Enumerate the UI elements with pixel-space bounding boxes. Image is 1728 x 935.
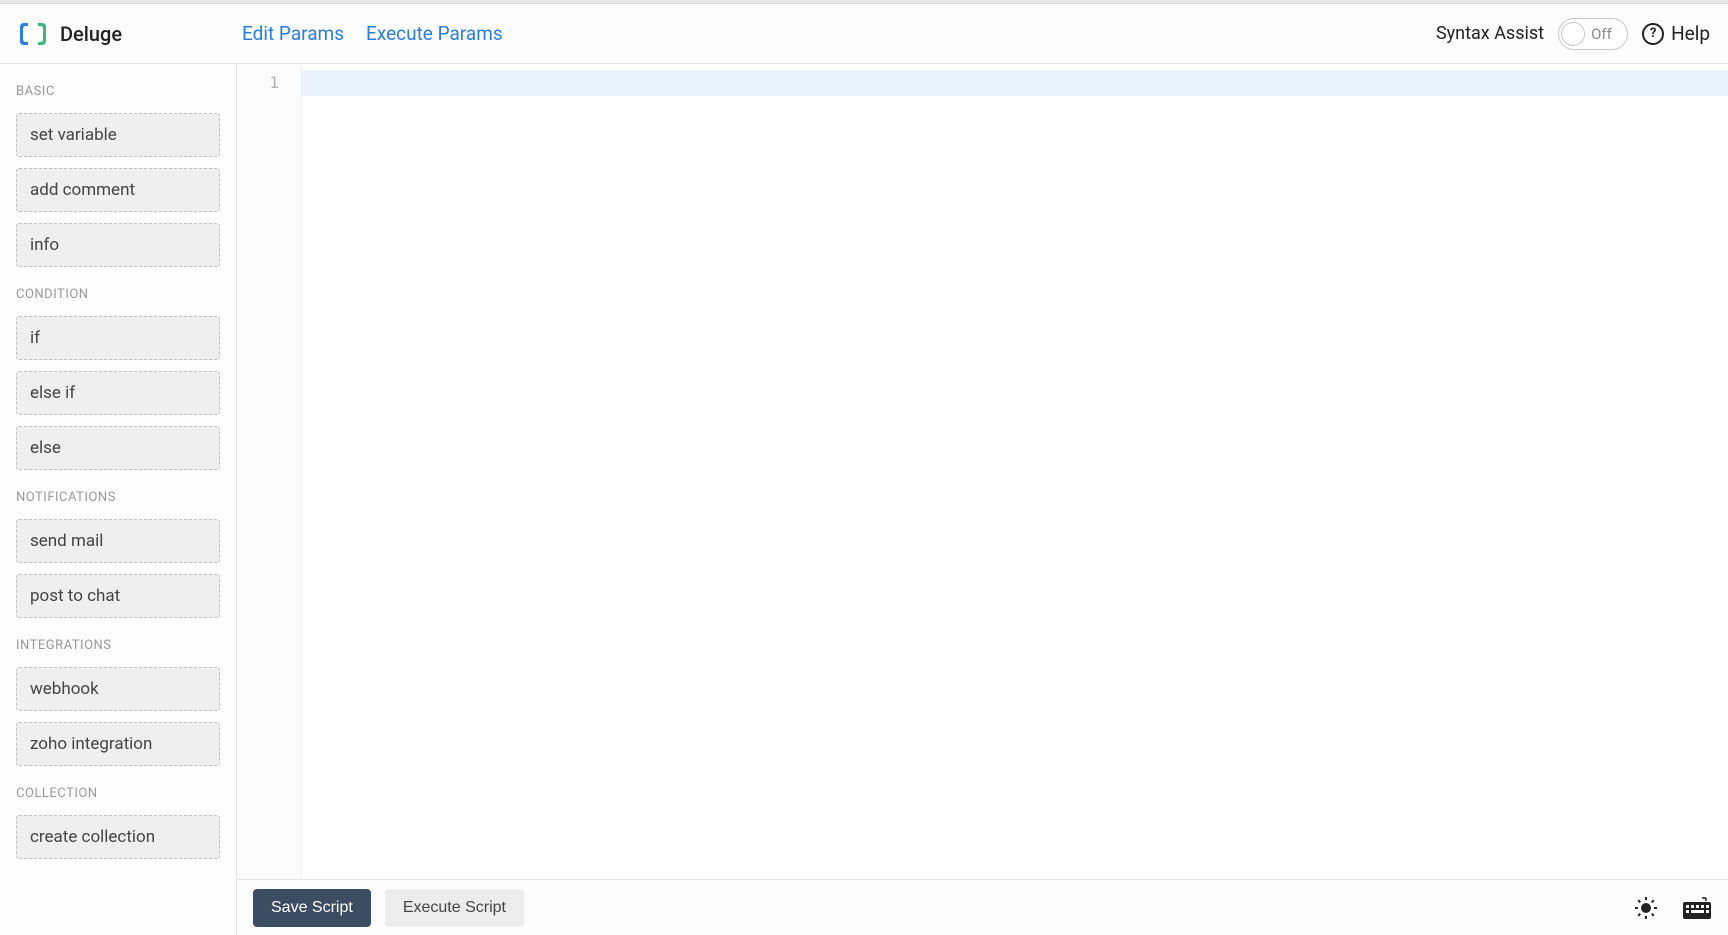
category-block: INTEGRATIONS webhook zoho integration <box>16 638 220 766</box>
execute-script-button[interactable]: Execute Script <box>385 889 524 927</box>
syntax-assist-label: Syntax Assist <box>1436 23 1544 44</box>
category-label: NOTIFICATIONS <box>16 490 220 505</box>
snippet-item[interactable]: zoho integration <box>16 722 220 766</box>
category-label: CONDITION <box>16 287 220 302</box>
footer: Save Script Execute Script <box>237 879 1728 935</box>
help-icon: ? <box>1642 23 1664 45</box>
save-script-button[interactable]: Save Script <box>253 889 371 927</box>
line-gutter: 1 <box>237 64 302 879</box>
category-block: COLLECTION create collection <box>16 786 220 859</box>
help-label: Help <box>1671 22 1710 45</box>
category-label: BASIC <box>16 84 220 99</box>
header-links: Edit Params Execute Params <box>242 22 503 45</box>
editor-body: 1 <box>237 64 1728 879</box>
theme-toggle-icon[interactable] <box>1634 896 1658 920</box>
code-area[interactable] <box>302 64 1728 879</box>
snippet-item[interactable]: else if <box>16 371 220 415</box>
edit-params-link[interactable]: Edit Params <box>242 22 344 45</box>
help-button[interactable]: ? Help <box>1642 22 1710 45</box>
snippet-item[interactable]: post to chat <box>16 574 220 618</box>
snippet-item[interactable]: set variable <box>16 113 220 157</box>
snippet-item[interactable]: create collection <box>16 815 220 859</box>
toggle-knob <box>1561 22 1585 46</box>
snippet-item[interactable]: info <box>16 223 220 267</box>
category-label: INTEGRATIONS <box>16 638 220 653</box>
code-line-active[interactable] <box>302 70 1728 96</box>
main: BASIC set variable add comment info CONDITIO… <box>0 64 1728 935</box>
snippet-item[interactable]: if <box>16 316 220 360</box>
snippet-item[interactable]: webhook <box>16 667 220 711</box>
deluge-logo-icon <box>18 19 48 49</box>
category-block: NOTIFICATIONS send mail post to chat <box>16 490 220 618</box>
toggle-state-label: Off <box>1591 25 1612 43</box>
header: Deluge Edit Params Execute Params Syntax… <box>0 4 1728 64</box>
category-label: COLLECTION <box>16 786 220 801</box>
snippet-item[interactable]: else <box>16 426 220 470</box>
category-block: CONDITION if else if else <box>16 287 220 470</box>
editor-area: 1 Save Script Execute Script <box>237 64 1728 935</box>
snippet-item[interactable]: send mail <box>16 519 220 563</box>
category-block: BASIC set variable add comment info <box>16 84 220 267</box>
keyboard-icon[interactable] <box>1682 896 1712 920</box>
snippet-item[interactable]: add comment <box>16 168 220 212</box>
sidebar: BASIC set variable add comment info CONDITIO… <box>0 64 237 935</box>
logo-wrap: Deluge <box>18 19 122 49</box>
execute-params-link[interactable]: Execute Params <box>366 22 503 45</box>
syntax-assist-toggle[interactable]: Off <box>1558 18 1628 50</box>
footer-right <box>1634 896 1712 920</box>
header-right: Syntax Assist Off ? Help <box>1436 18 1710 50</box>
app-title: Deluge <box>60 22 122 46</box>
line-number: 1 <box>237 70 301 96</box>
